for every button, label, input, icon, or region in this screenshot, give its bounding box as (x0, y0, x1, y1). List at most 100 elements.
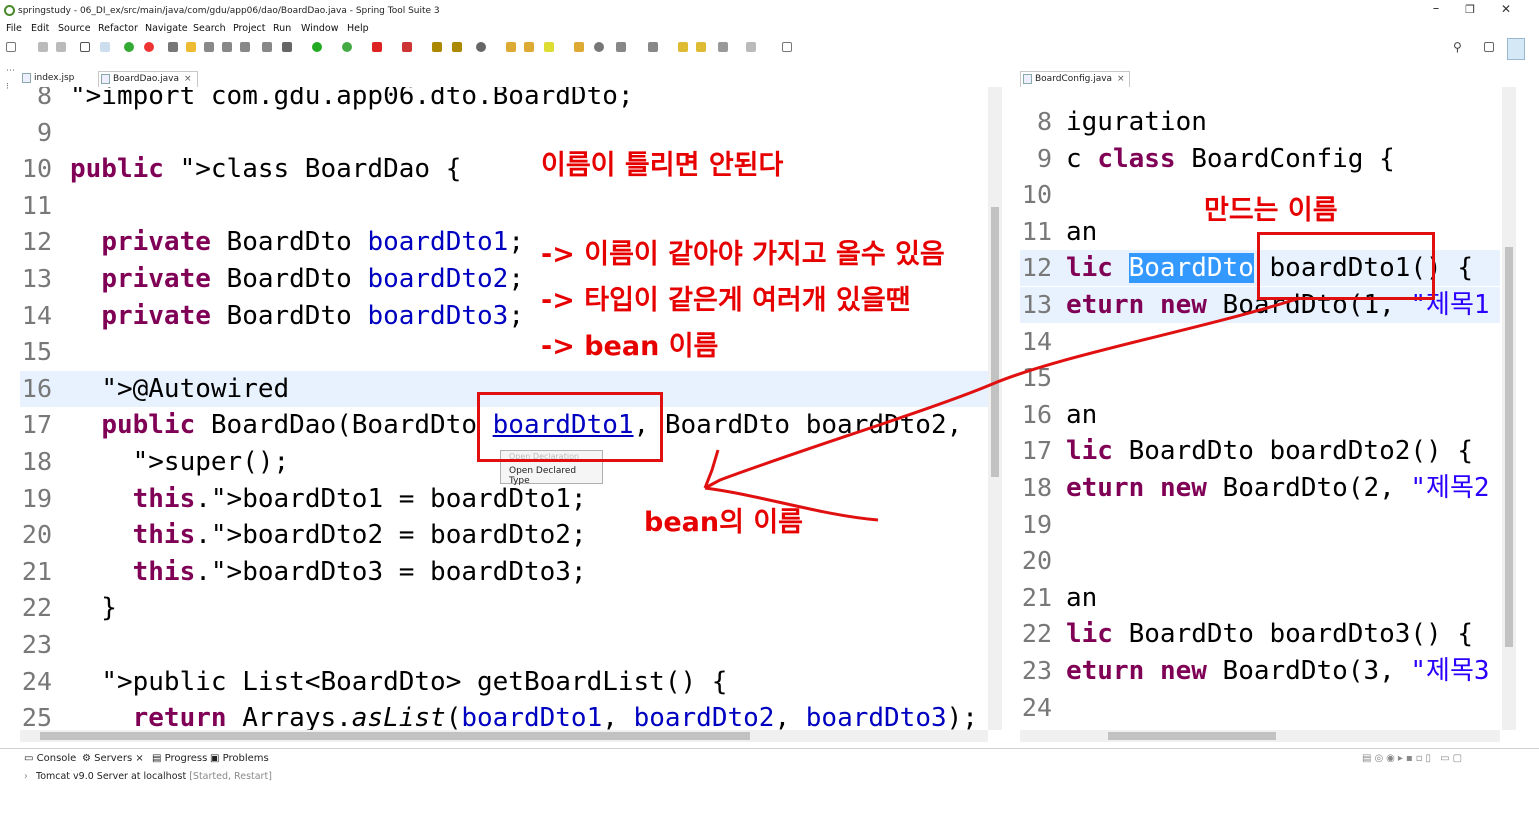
globe-icon[interactable] (476, 42, 486, 52)
line-number: 20 (21, 520, 52, 550)
maximize-button[interactable]: ❐ (1458, 3, 1482, 16)
right-hscroll-thumb[interactable] (1108, 732, 1276, 740)
run-icon[interactable] (312, 42, 322, 52)
line-number: 20 (1021, 546, 1052, 576)
prev-annotation-icon[interactable] (648, 42, 658, 52)
close-tab-icon[interactable]: × (1117, 74, 1125, 84)
quick-access-search-icon[interactable]: ⚲ (1453, 40, 1462, 54)
left-vscroll-thumb[interactable] (991, 207, 999, 477)
panel-toolbar-icons[interactable]: ▤◎◉▸▪▫▯ ▭▢ (1362, 753, 1465, 764)
tab-boardconfig-java[interactable]: BoardConfig.java × (1020, 71, 1130, 87)
forward-icon[interactable] (746, 42, 756, 52)
save-icon[interactable] (38, 42, 48, 52)
code-text: ">@Autowired (101, 373, 290, 404)
server-row[interactable]: › Tomcat v9.0 Server at localhost [Start… (24, 771, 272, 782)
code-line: 22 lic BoardDto boardDto3() { (1020, 616, 1500, 652)
tab-index-jsp[interactable]: index.jsp (20, 71, 78, 87)
menu-navigate[interactable]: Navigate (145, 23, 188, 34)
right-editor-tabs: BoardConfig.java × (1020, 70, 1520, 87)
spring-perspective-button[interactable] (1507, 38, 1525, 60)
open-type-icon[interactable] (506, 42, 516, 52)
new-icon[interactable] (6, 42, 16, 52)
code-text: } (70, 593, 117, 624)
folder-icon[interactable] (574, 42, 584, 52)
code-text: this.">boardDto3 = boardDto3; (132, 556, 587, 587)
note-name-must-match: 이름이 틀리면 안된다 (541, 150, 784, 181)
line-number: 12 (21, 227, 52, 257)
right-editor-hscrollbar[interactable] (1020, 730, 1500, 742)
debug-icon[interactable] (124, 42, 134, 52)
menu-bar: File Edit Source Refactor Navigate Searc… (0, 22, 1539, 37)
server2-icon[interactable] (452, 42, 462, 52)
line-number: 21 (1021, 582, 1052, 612)
code-text: public ">class BoardDao { (70, 154, 462, 185)
left-editor-vscrollbar[interactable] (988, 87, 1002, 730)
paragraph-icon[interactable] (262, 42, 272, 52)
open-declared-type-item[interactable]: Open Declared Type (501, 463, 602, 486)
line-number: 12 (1021, 253, 1052, 283)
next-annotation-icon[interactable] (616, 42, 626, 52)
right-editor-vscrollbar[interactable] (1502, 87, 1516, 730)
save-all-icon[interactable] (56, 42, 66, 52)
left-editor-hscrollbar[interactable] (20, 730, 988, 742)
menu-refactor[interactable]: Refactor (98, 23, 138, 34)
external-tools-icon[interactable] (402, 42, 412, 52)
menu-run[interactable]: Run (273, 23, 291, 34)
left-hscroll-thumb[interactable] (40, 732, 750, 740)
menu-help[interactable]: Help (347, 23, 369, 34)
boardconfig-editor[interactable]: 8 iguration 9 c class BoardConfig {10 11 an 12… (1020, 87, 1500, 730)
menu-project[interactable]: Project (233, 23, 266, 34)
toggle-icon[interactable] (100, 42, 110, 52)
line-number: 23 (1021, 656, 1052, 685)
line-number: 8 (36, 87, 52, 110)
restore-icon[interactable]: ⋯ (6, 66, 15, 76)
menu-source[interactable]: Source (58, 23, 91, 34)
server-icon[interactable] (432, 42, 442, 52)
menu-window[interactable]: Window (301, 23, 338, 34)
minimize-button[interactable]: – (1424, 1, 1448, 16)
stop-icon[interactable] (372, 42, 382, 52)
coverage-icon[interactable] (342, 42, 352, 52)
pin-editor-icon[interactable] (782, 42, 792, 52)
spring-icon[interactable] (144, 42, 154, 52)
format-icon[interactable] (240, 42, 250, 52)
code-line: 20 (1020, 543, 1500, 579)
package-explorer-icon[interactable]: ⁝ (6, 82, 9, 92)
close-window-button[interactable]: ✕ (1494, 2, 1518, 16)
expand-chevron-icon[interactable]: › (24, 771, 28, 782)
java-file-icon (101, 74, 110, 84)
nav-icon[interactable] (204, 42, 214, 52)
code-text: c class BoardConfig { (1066, 143, 1395, 174)
tab-servers[interactable]: ⚙ Servers × (82, 753, 144, 764)
line-number: 16 (21, 373, 52, 403)
close-tab-icon[interactable]: × (184, 74, 192, 84)
mark-icon[interactable] (186, 42, 196, 52)
menu-file[interactable]: File (6, 23, 22, 34)
console-icon[interactable] (80, 42, 90, 52)
pin-icon[interactable] (168, 42, 178, 52)
code-line: 20 this.">boardDto2 = boardDto2; (20, 517, 988, 553)
open-task-icon[interactable] (524, 42, 534, 52)
tab-problems[interactable]: ▣ Problems (210, 753, 269, 764)
open-perspective-icon[interactable] (1484, 42, 1494, 52)
line-number: 23 (21, 630, 52, 659)
back-edit-icon[interactable] (696, 42, 706, 52)
last-edit-icon[interactable] (678, 42, 688, 52)
debug-run-icon[interactable] (282, 42, 292, 52)
menu-search[interactable]: Search (193, 23, 226, 34)
code-text: an (1066, 399, 1098, 430)
code-line: 16 an (1020, 397, 1500, 433)
tab-boarddao-java[interactable]: BoardDao.java × (98, 71, 198, 87)
menu-edit[interactable]: Edit (31, 23, 49, 34)
code-line: 18 eturn new BoardDto(2, "제목2 (1020, 470, 1500, 506)
pen-icon[interactable] (544, 42, 554, 52)
tab-console[interactable]: ▭ Console (24, 753, 76, 764)
back-icon[interactable] (718, 42, 728, 52)
search-toolbar-icon[interactable] (594, 42, 604, 52)
servers-label: Servers (94, 753, 133, 764)
outline-icon[interactable] (222, 42, 232, 52)
tab-progress[interactable]: ▤ Progress (152, 753, 207, 764)
code-line: 11 (20, 188, 988, 224)
line-number: 9 (36, 117, 52, 147)
right-vscroll-thumb[interactable] (1505, 247, 1513, 647)
